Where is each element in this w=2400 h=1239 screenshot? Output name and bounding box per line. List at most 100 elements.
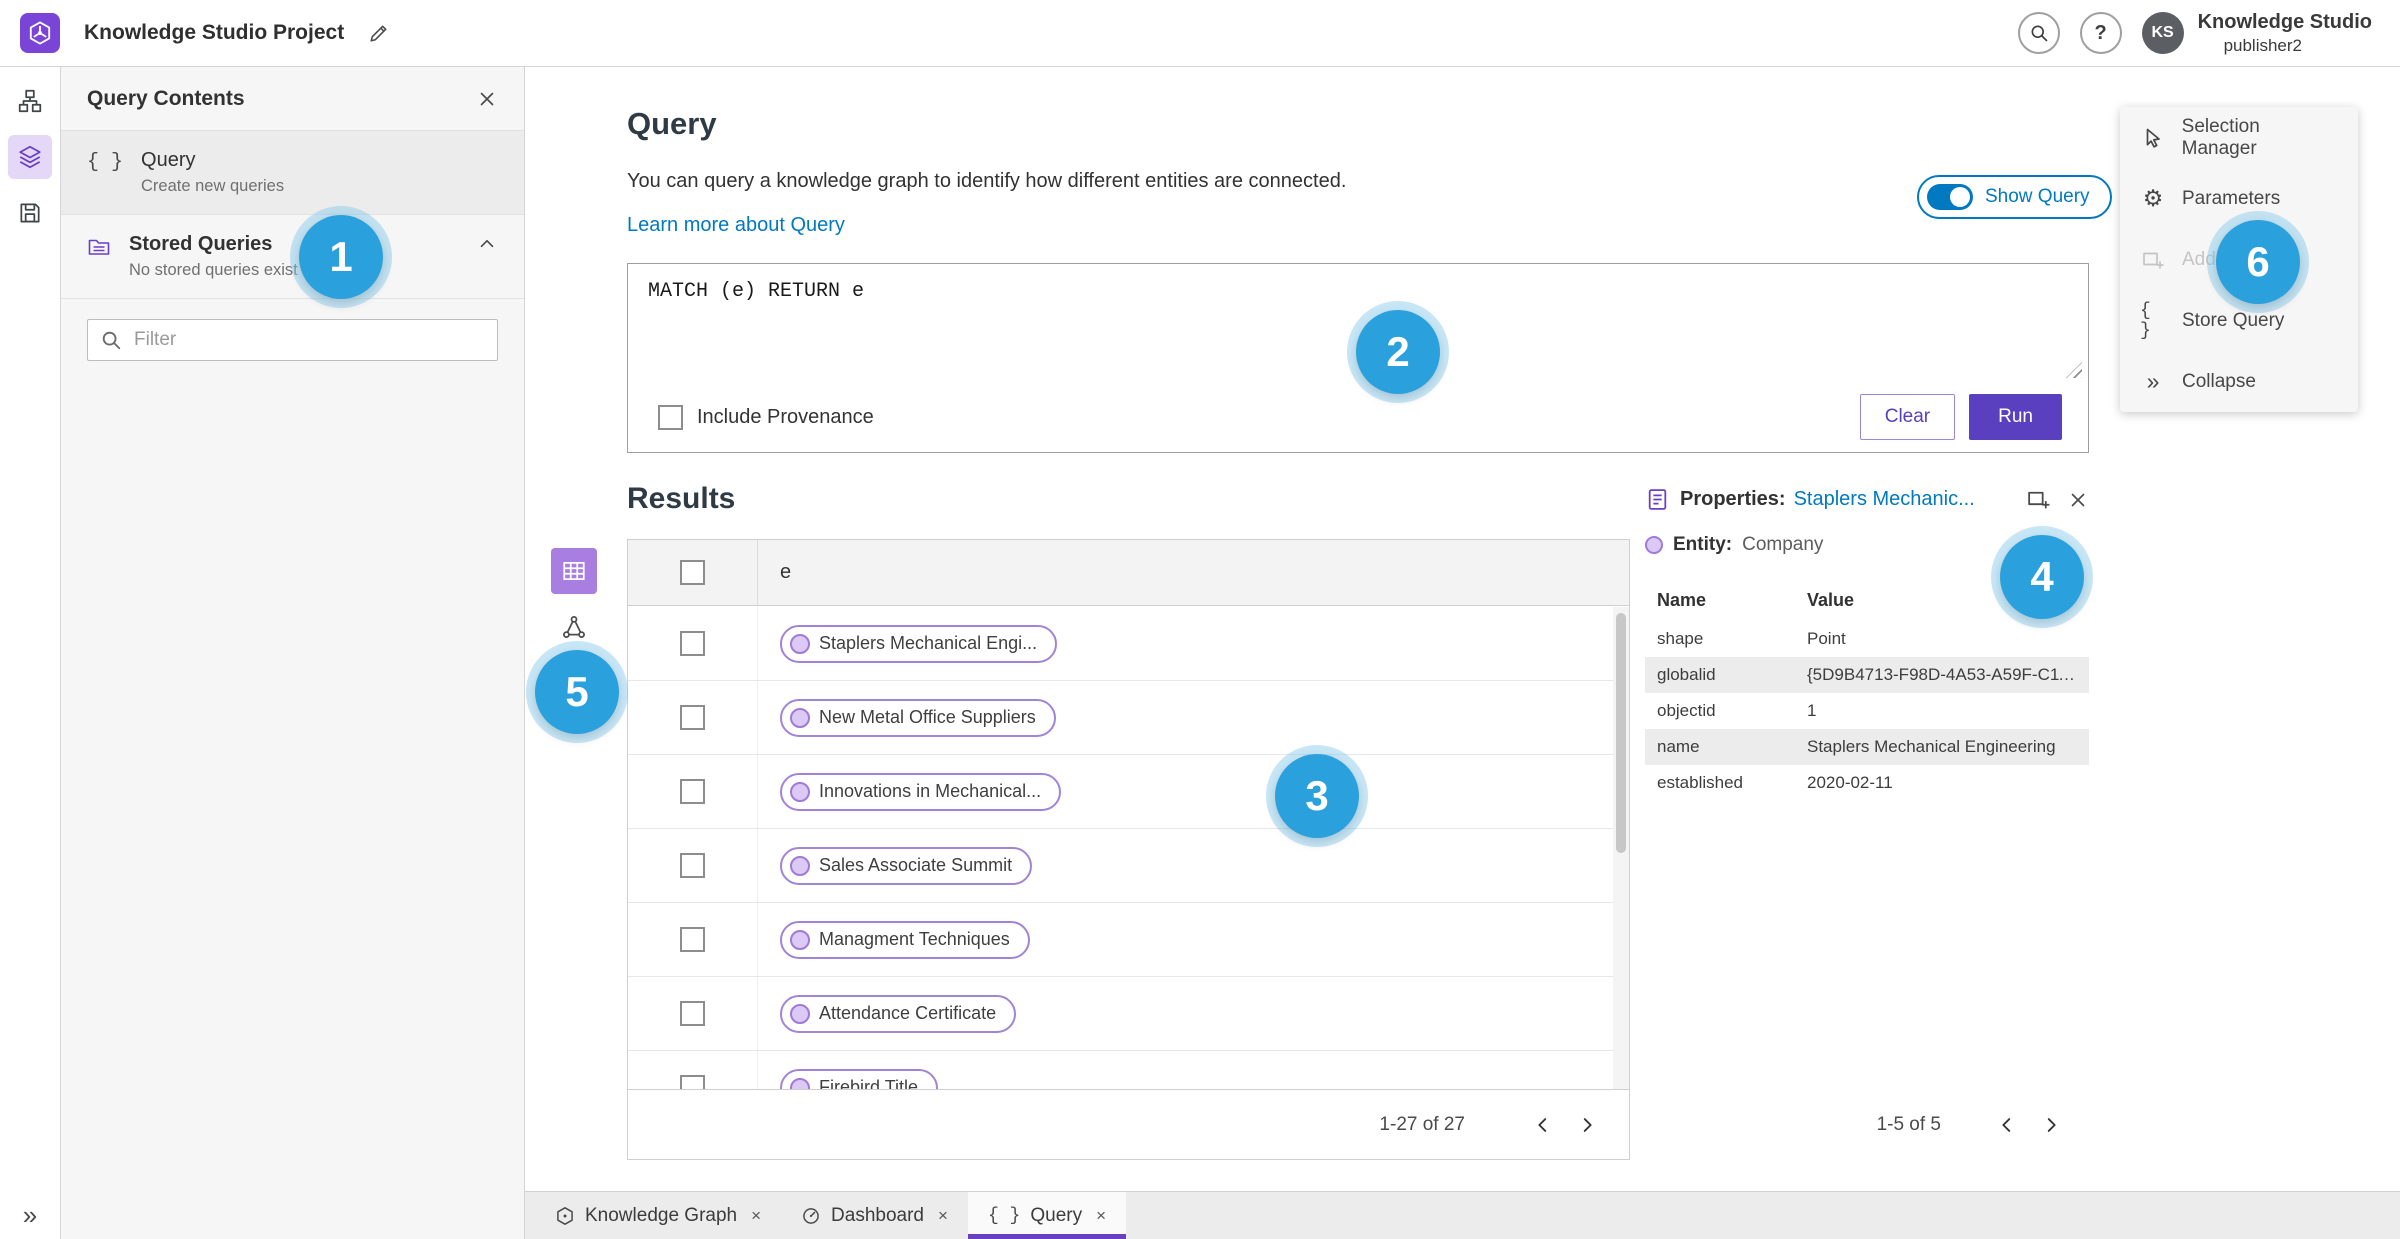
include-provenance-checkbox[interactable] xyxy=(658,404,683,430)
results-prev-page-button[interactable] xyxy=(1521,1103,1565,1147)
row-checkbox[interactable] xyxy=(680,705,705,730)
filter-search-icon xyxy=(100,329,122,351)
chevron-right-icon xyxy=(2047,1118,2056,1132)
parameters-item[interactable]: ⚙ Parameters xyxy=(2120,168,2358,229)
properties-entity-link[interactable]: Staplers Mechanic... xyxy=(1794,488,1975,511)
entity-dot-icon xyxy=(790,929,810,950)
braces-icon: { } xyxy=(87,151,124,174)
annotation-badge-4: 4 xyxy=(2000,535,2084,619)
annotation-badge-5: 5 xyxy=(535,650,619,734)
add-to-selection-button[interactable] xyxy=(2026,487,2051,512)
property-row[interactable]: objectid 1 xyxy=(1645,693,2089,729)
property-row[interactable]: established 2020-02-11 xyxy=(1645,765,2089,801)
entity-dot-icon xyxy=(790,633,810,654)
close-tab-icon[interactable]: × xyxy=(938,1206,948,1226)
rail-save-button[interactable] xyxy=(8,191,52,235)
app-logo-icon[interactable] xyxy=(20,13,60,53)
table-row[interactable]: Managment Techniques xyxy=(628,903,1613,977)
entity-chip[interactable]: Firebird Title xyxy=(780,1068,939,1089)
edit-title-icon[interactable] xyxy=(368,22,390,44)
properties-prev-page-button[interactable] xyxy=(1985,1103,2029,1147)
search-button[interactable] xyxy=(2017,12,2060,54)
tab-knowledge-graph[interactable]: Knowledge Graph × xyxy=(535,1192,781,1239)
panel-title: Query Contents xyxy=(87,86,245,110)
entity-chip[interactable]: New Metal Office Suppliers xyxy=(780,698,1056,737)
clear-button[interactable]: Clear xyxy=(1859,394,1956,440)
entity-dot-icon xyxy=(790,781,810,802)
run-button[interactable]: Run xyxy=(1969,394,2062,440)
add-selection-icon xyxy=(2028,491,2050,509)
user-avatar[interactable]: KS xyxy=(2141,12,2184,54)
row-checkbox[interactable] xyxy=(680,1001,705,1026)
double-chevron-icon: » xyxy=(2146,368,2160,394)
show-query-toggle[interactable]: Show Query xyxy=(1917,175,2112,219)
include-provenance-label: Include Provenance xyxy=(697,405,874,428)
query-contents-panel: Query Contents { } Query Create new quer… xyxy=(61,67,525,1239)
entity-chip[interactable]: Managment Techniques xyxy=(780,920,1030,959)
annotation-badge-1: 1 xyxy=(299,215,383,299)
rail-hierarchy-button[interactable] xyxy=(8,79,52,123)
row-checkbox[interactable] xyxy=(680,631,705,656)
property-row[interactable]: shape Point xyxy=(1645,621,2089,657)
close-tab-icon[interactable]: × xyxy=(751,1206,761,1226)
scrollbar-thumb[interactable] xyxy=(1616,613,1626,853)
user-info[interactable]: Knowledge Studio publisher2 xyxy=(2198,10,2372,56)
table-row[interactable]: Sales Associate Summit xyxy=(628,829,1613,903)
entity-chip[interactable]: Staplers Mechanical Engi... xyxy=(780,624,1058,663)
tab-query[interactable]: { } Query × xyxy=(967,1192,1127,1239)
folder-icon xyxy=(87,233,111,259)
tab-dashboard[interactable]: Dashboard × xyxy=(781,1192,968,1239)
properties-close-button[interactable] xyxy=(2067,489,2089,511)
sidebar-item-stored-queries[interactable]: Stored Queries No stored queries exist xyxy=(61,215,524,299)
table-view-button[interactable] xyxy=(551,548,597,594)
entity-label: Entity: xyxy=(1673,534,1733,555)
stored-queries-label: Stored Queries xyxy=(129,233,273,255)
table-row[interactable]: Firebird Title xyxy=(628,1051,1613,1089)
close-icon xyxy=(2071,493,2085,506)
results-table: e Staplers Mechanical Engi... New Metal … xyxy=(627,539,1630,1160)
entity-dot-icon xyxy=(790,1003,810,1024)
rail-layers-button[interactable] xyxy=(8,135,52,179)
rail-expand-button[interactable]: » xyxy=(0,1200,60,1231)
entity-chip[interactable]: Innovations in Mechanical... xyxy=(780,772,1062,811)
sidebar-item-query[interactable]: { } Query Create new queries xyxy=(61,131,524,215)
properties-pagination: 1-5 of 5 xyxy=(1645,1090,2089,1160)
collapse-section-button[interactable] xyxy=(476,233,498,255)
annotation-badge-3: 3 xyxy=(1275,754,1359,838)
property-row[interactable]: globalid {5D9B4713-F98D-4A53-A59F-C11... xyxy=(1645,657,2089,693)
row-checkbox[interactable] xyxy=(680,1075,705,1089)
page-title: Query xyxy=(627,106,717,141)
help-button[interactable]: ? xyxy=(2079,12,2122,54)
search-icon xyxy=(2031,25,2047,42)
table-scrollbar[interactable] xyxy=(1613,607,1629,1089)
results-next-page-button[interactable] xyxy=(1565,1103,1609,1147)
chevron-left-icon xyxy=(1538,1117,1547,1132)
entity-chip[interactable]: Attendance Certificate xyxy=(780,994,1017,1033)
view-tabbar: Knowledge Graph × Dashboard × { } Query … xyxy=(525,1191,2400,1239)
collapse-menu-item[interactable]: » Collapse xyxy=(2120,351,2358,412)
table-row[interactable]: New Metal Office Suppliers xyxy=(628,681,1613,755)
panel-close-button[interactable] xyxy=(476,88,498,110)
table-icon xyxy=(563,562,585,580)
pointer-icon xyxy=(2140,126,2166,150)
row-checkbox[interactable] xyxy=(680,779,705,804)
property-row[interactable]: name Staplers Mechanical Engineering xyxy=(1645,729,2089,765)
link-chart-icon xyxy=(563,616,585,638)
properties-next-page-button[interactable] xyxy=(2029,1103,2073,1147)
learn-more-link[interactable]: Learn more about Query xyxy=(627,214,845,237)
close-tab-icon[interactable]: × xyxy=(1096,1206,1106,1226)
select-all-checkbox[interactable] xyxy=(680,560,705,585)
table-row[interactable]: Innovations in Mechanical... xyxy=(628,755,1613,829)
table-row[interactable]: Staplers Mechanical Engi... xyxy=(628,607,1613,681)
row-checkbox[interactable] xyxy=(680,853,705,878)
selection-manager-item[interactable]: Selection Manager xyxy=(2120,107,2358,168)
entity-chip[interactable]: Sales Associate Summit xyxy=(780,846,1033,885)
filter-input[interactable] xyxy=(87,319,498,361)
link-chart-view-button[interactable] xyxy=(551,604,597,650)
table-row[interactable]: Attendance Certificate xyxy=(628,977,1613,1051)
results-view-toggle xyxy=(551,548,597,650)
properties-label: Properties: xyxy=(1680,488,1786,510)
query-item-sublabel: Create new queries xyxy=(141,177,285,195)
results-title: Results xyxy=(627,482,736,515)
row-checkbox[interactable] xyxy=(680,927,705,952)
